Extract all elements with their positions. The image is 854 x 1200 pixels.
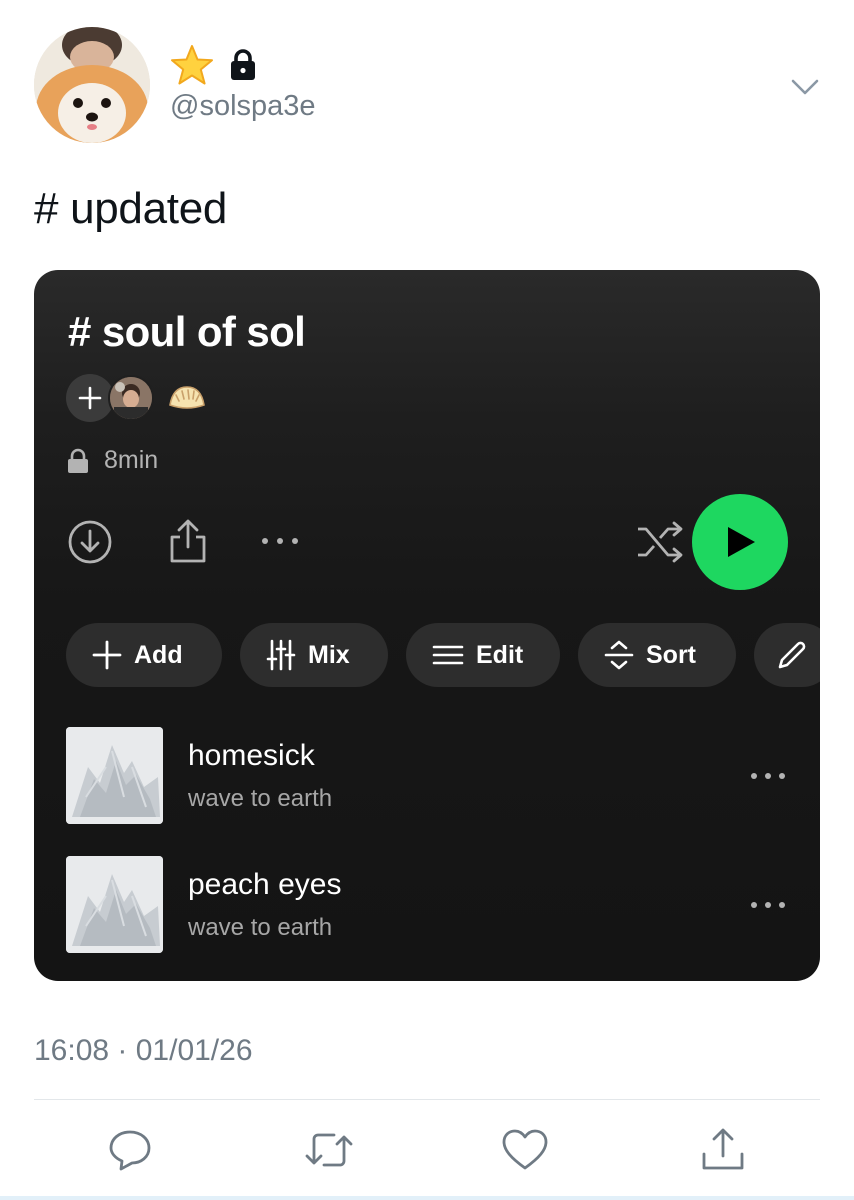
mix-chip-label: Mix xyxy=(308,640,350,669)
chevron-down-icon[interactable] xyxy=(790,72,820,102)
retweet-button[interactable] xyxy=(303,1124,355,1176)
display-name-icons xyxy=(170,44,258,86)
retweet-icon xyxy=(305,1133,353,1167)
bottom-edge xyxy=(0,1196,854,1200)
avatar-image xyxy=(34,27,150,143)
track-cover-art xyxy=(66,727,163,824)
more-horizontal-icon xyxy=(751,902,785,908)
sort-icon xyxy=(604,640,634,670)
list-icon xyxy=(432,645,464,665)
tweet-actions xyxy=(0,1124,854,1176)
like-button[interactable] xyxy=(499,1124,551,1176)
lock-icon xyxy=(231,49,255,80)
add-chip-label: Add xyxy=(134,640,183,669)
download-icon xyxy=(68,520,112,564)
user-handle[interactable]: @solspa3e xyxy=(170,90,316,123)
track-artist: wave to earth xyxy=(188,914,333,941)
track-artist: wave to earth xyxy=(188,785,333,812)
reply-button[interactable] xyxy=(104,1124,156,1176)
sort-chip-label: Sort xyxy=(646,640,696,669)
more-horizontal-icon xyxy=(751,773,785,779)
plus-icon xyxy=(78,386,102,410)
track-row[interactable]: homesick wave to earth xyxy=(66,727,788,825)
play-icon xyxy=(728,527,755,557)
sort-chip[interactable]: Sort xyxy=(578,623,736,687)
playlist-meta: 8min xyxy=(66,446,158,475)
share-icon xyxy=(170,519,206,563)
track-row[interactable]: peach eyes wave to earth xyxy=(66,856,788,954)
lock-icon xyxy=(68,448,88,473)
mix-chip[interactable]: Mix xyxy=(240,623,388,687)
pencil-icon xyxy=(778,641,806,669)
play-button[interactable] xyxy=(692,494,788,590)
more-options-button[interactable] xyxy=(258,526,302,556)
profile-avatar[interactable] xyxy=(34,27,150,143)
dumpling-icon xyxy=(169,386,205,409)
playlist-action-row xyxy=(66,492,788,592)
edit-chip[interactable]: Edit xyxy=(406,623,560,687)
sliders-icon xyxy=(266,639,296,671)
track-title: homesick xyxy=(188,739,315,772)
collaborator-avatar[interactable] xyxy=(108,375,154,421)
reply-icon xyxy=(109,1130,151,1171)
shuffle-icon xyxy=(638,521,683,563)
star-icon xyxy=(171,45,213,85)
track-cover-art xyxy=(66,856,163,953)
playlist-duration: 8min xyxy=(104,446,159,474)
share-playlist-button[interactable] xyxy=(164,516,212,566)
more-horizontal-icon xyxy=(262,538,298,544)
cover-image xyxy=(66,727,163,824)
avatar xyxy=(110,377,152,419)
track-more-button[interactable] xyxy=(748,761,788,791)
share-icon xyxy=(702,1128,744,1170)
edit-chip-label: Edit xyxy=(476,640,524,669)
tweet-text: # updated xyxy=(34,184,228,233)
shuffle-button[interactable] xyxy=(634,520,688,564)
playlist-chips: Add Mix Edit Sort xyxy=(66,623,820,687)
share-button[interactable] xyxy=(697,1124,749,1176)
cover-image xyxy=(66,856,163,953)
divider xyxy=(34,1099,820,1100)
playlist-card: # soul of sol 8min Add Mix Edit Sort hom… xyxy=(34,270,820,981)
dumpling-emoji[interactable] xyxy=(164,375,210,421)
plus-icon xyxy=(92,640,122,670)
track-title: peach eyes xyxy=(188,868,342,901)
download-button[interactable] xyxy=(66,518,114,566)
track-more-button[interactable] xyxy=(748,890,788,920)
playlist-title: # soul of sol xyxy=(68,308,306,355)
add-chip[interactable]: Add xyxy=(66,623,222,687)
collaborators-row xyxy=(66,373,210,423)
edit-details-chip[interactable] xyxy=(754,623,820,687)
add-collaborator-button[interactable] xyxy=(66,374,114,422)
tweet-timestamp[interactable]: 16:08 · 01/01/26 xyxy=(34,1034,253,1068)
like-icon xyxy=(502,1129,548,1170)
